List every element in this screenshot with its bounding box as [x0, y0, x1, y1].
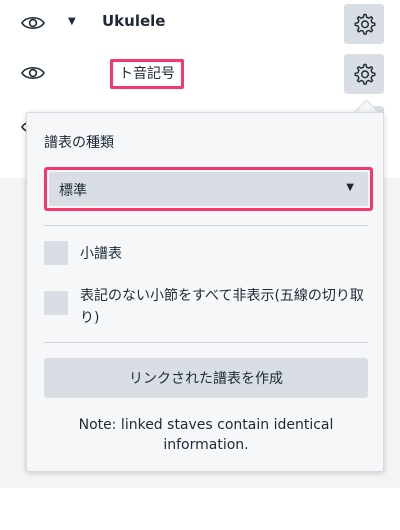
gear-icon: [354, 63, 376, 85]
panel-bottom-band: [0, 488, 400, 530]
small-staff-label: 小譜表: [80, 246, 122, 262]
divider: [44, 342, 368, 343]
expand-chevron-down-icon[interactable]: ▼: [68, 16, 76, 27]
instrument-name: Ukulele: [102, 12, 166, 30]
staff-row-treble: ト音記号: [0, 50, 400, 96]
gear-icon: [354, 13, 376, 35]
linked-staves-note: Note: linked staves contain identical in…: [78, 417, 334, 453]
visibility-eye-icon[interactable]: [20, 64, 46, 82]
staff-type-select-box[interactable]: 標準 ▼: [49, 172, 368, 206]
staff-type-heading: 譜表の種類: [44, 135, 114, 151]
staff-type-value: 標準: [59, 183, 87, 199]
staff-settings-button[interactable]: [344, 54, 384, 94]
instrument-settings-button[interactable]: [344, 4, 384, 44]
small-staff-checkbox[interactable]: [44, 241, 68, 265]
dropdown-arrow-icon: ▼: [346, 182, 354, 193]
divider: [44, 225, 368, 226]
visibility-eye-icon[interactable]: [20, 14, 46, 32]
staff-settings-popup: 譜表の種類 標準 ▼ 小譜表 表記のない小節をすべて非表示(五線の切り取り) リ…: [26, 112, 384, 472]
staff-clef-label: ト音記号: [110, 59, 184, 89]
hide-empty-measures-label: 表記のない小節をすべて非表示(五線の切り取り): [80, 288, 364, 326]
create-linked-staff-button[interactable]: リンクされた譜表を作成: [44, 358, 368, 398]
hide-empty-measures-checkbox[interactable]: [44, 291, 68, 315]
staff-type-select[interactable]: 標準 ▼: [44, 167, 373, 211]
instrument-row-ukulele: ▼ Ukulele: [0, 0, 400, 46]
